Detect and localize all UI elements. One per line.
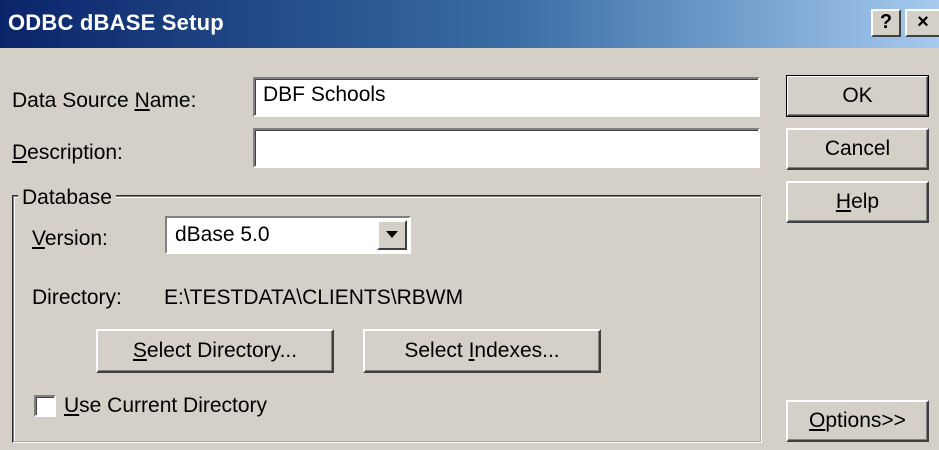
window-title: ODBC dBASE Setup (8, 10, 224, 35)
title-bar[interactable]: ODBC dBASE Setup ? × (0, 0, 939, 48)
directory-value: E:\TESTDATA\CLIENTS\RBWM (164, 286, 464, 309)
odbc-dbase-setup-dialog: ODBC dBASE Setup ? × Data Source Name: D… (0, 0, 939, 450)
version-dropdown[interactable]: dBase 5.0 (165, 216, 411, 254)
use-current-directory-checkbox[interactable] (34, 395, 56, 417)
description-label: Description: (12, 141, 123, 164)
ok-button[interactable]: OK (786, 75, 929, 117)
data-source-name-input[interactable]: DBF Schools (253, 77, 760, 117)
directory-label: Directory: (32, 286, 122, 309)
close-button[interactable]: × (905, 9, 939, 37)
select-directory-button[interactable]: Select Directory... (96, 329, 334, 373)
version-label: Version: (32, 227, 108, 250)
help-titlebar-button[interactable]: ? (871, 9, 901, 37)
database-group-label: Database (18, 186, 116, 210)
select-indexes-button[interactable]: Select Indexes... (363, 329, 601, 373)
version-selected-value: dBase 5.0 (175, 223, 270, 246)
description-input[interactable] (253, 128, 760, 168)
cancel-button[interactable]: Cancel (786, 128, 929, 170)
help-button[interactable]: Help (786, 181, 929, 223)
use-current-directory-label[interactable]: Use Current Directory (64, 394, 267, 418)
question-mark-icon: ? (879, 11, 893, 33)
chevron-down-icon[interactable] (377, 220, 407, 250)
options-button[interactable]: Options>> (786, 400, 929, 442)
close-icon: × (917, 11, 929, 33)
data-source-name-label: Data Source Name: (12, 89, 197, 112)
